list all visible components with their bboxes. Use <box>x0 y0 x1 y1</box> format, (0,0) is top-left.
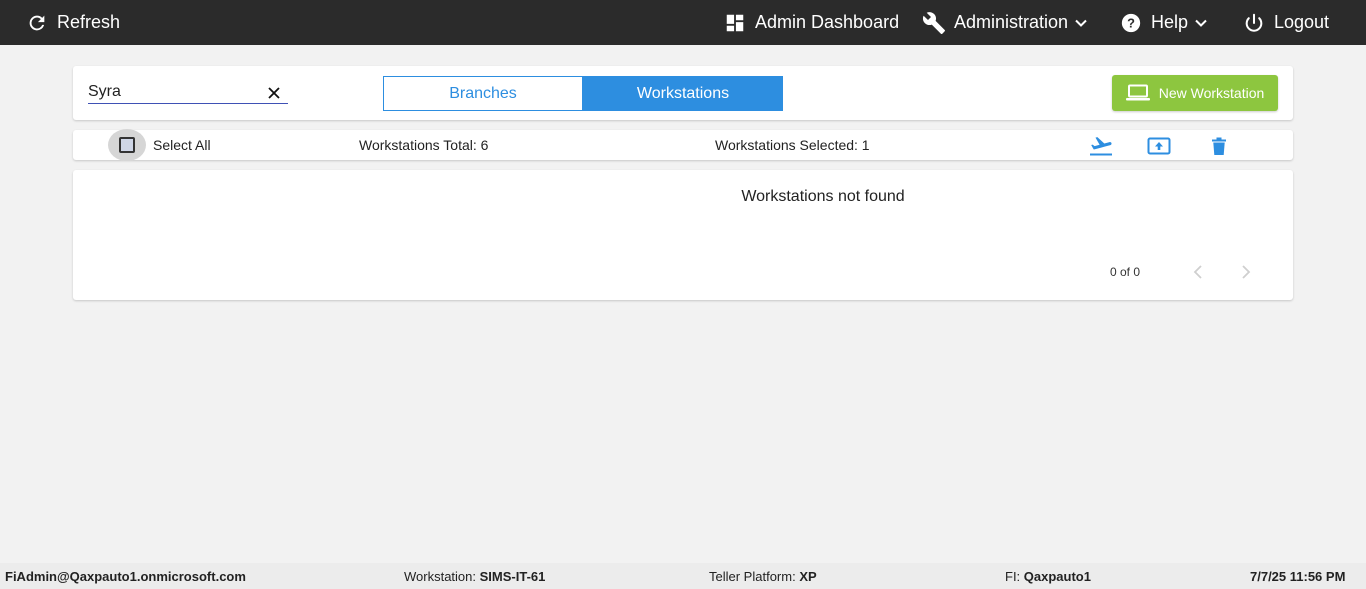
tab-branches[interactable]: Branches <box>383 76 583 111</box>
help-menu[interactable]: ? Help <box>1119 0 1208 45</box>
airplane-takeoff-icon[interactable] <box>1089 135 1113 157</box>
empty-state: Workstations not found <box>73 170 1293 230</box>
chevron-left-icon[interactable] <box>1188 262 1208 282</box>
top-navigation-bar: Refresh Admin Dashboard Administration ?… <box>0 0 1366 45</box>
logout-label: Logout <box>1274 12 1330 32</box>
wrench-icon <box>922 11 946 35</box>
chevron-down-icon <box>1194 16 1208 30</box>
dashboard-icon <box>723 11 747 35</box>
workstations-total: Workstations Total: 6 <box>359 137 489 153</box>
administration-menu[interactable]: Administration <box>922 0 1088 45</box>
empty-message: Workstations not found <box>741 188 905 205</box>
search-input[interactable] <box>88 80 288 104</box>
laptop-icon <box>1125 84 1150 102</box>
power-icon <box>1242 11 1266 35</box>
logout-button[interactable]: Logout <box>1242 0 1329 45</box>
refresh-button[interactable]: Refresh <box>25 0 120 45</box>
pagination-range: 0 of 0 <box>1110 265 1141 279</box>
svg-text:?: ? <box>1127 15 1135 30</box>
current-user: FiAdmin@Qaxpauto1.onmicrosoft.com <box>5 569 246 584</box>
clear-search-icon[interactable] <box>266 85 282 101</box>
help-circle-icon: ? <box>1119 11 1143 35</box>
chevron-down-icon <box>1074 16 1088 30</box>
refresh-label: Refresh <box>57 12 121 32</box>
status-bar: FiAdmin@Qaxpauto1.onmicrosoft.com Workst… <box>0 563 1366 589</box>
date-time: 7/7/25 11:56 PM <box>1250 569 1346 584</box>
fi-info: FI: Qaxpauto1 <box>1005 569 1091 584</box>
tab-workstations[interactable]: Workstations <box>583 76 783 111</box>
new-workstation-label: New Workstation <box>1158 85 1265 101</box>
checkbox-box <box>119 137 135 153</box>
select-all-checkbox[interactable] <box>108 129 146 161</box>
workstations-selected: Workstations Selected: 1 <box>715 137 870 153</box>
administration-label: Administration <box>954 12 1069 32</box>
platform-info: Teller Platform: XP <box>709 569 817 584</box>
chevron-right-icon[interactable] <box>1236 262 1256 282</box>
new-workstation-button[interactable]: New Workstation <box>1112 75 1278 111</box>
workstation-info: Workstation: SIMS-IT-61 <box>404 569 546 584</box>
admin-dashboard-label: Admin Dashboard <box>755 12 900 32</box>
search-panel: Branches Workstations New Workstation <box>73 66 1293 120</box>
trash-icon[interactable] <box>1207 135 1231 157</box>
workstations-results: Workstations not found 0 of 0 <box>73 170 1293 300</box>
select-all-label: Select All <box>153 137 211 153</box>
admin-dashboard-link[interactable]: Admin Dashboard <box>723 0 899 45</box>
view-toggle: Branches Workstations <box>383 76 783 111</box>
refresh-icon <box>25 11 49 35</box>
upload-icon[interactable] <box>1147 135 1171 157</box>
help-label: Help <box>1151 12 1189 32</box>
selection-toolbar: Select All Workstations Total: 6 Worksta… <box>73 129 1293 161</box>
